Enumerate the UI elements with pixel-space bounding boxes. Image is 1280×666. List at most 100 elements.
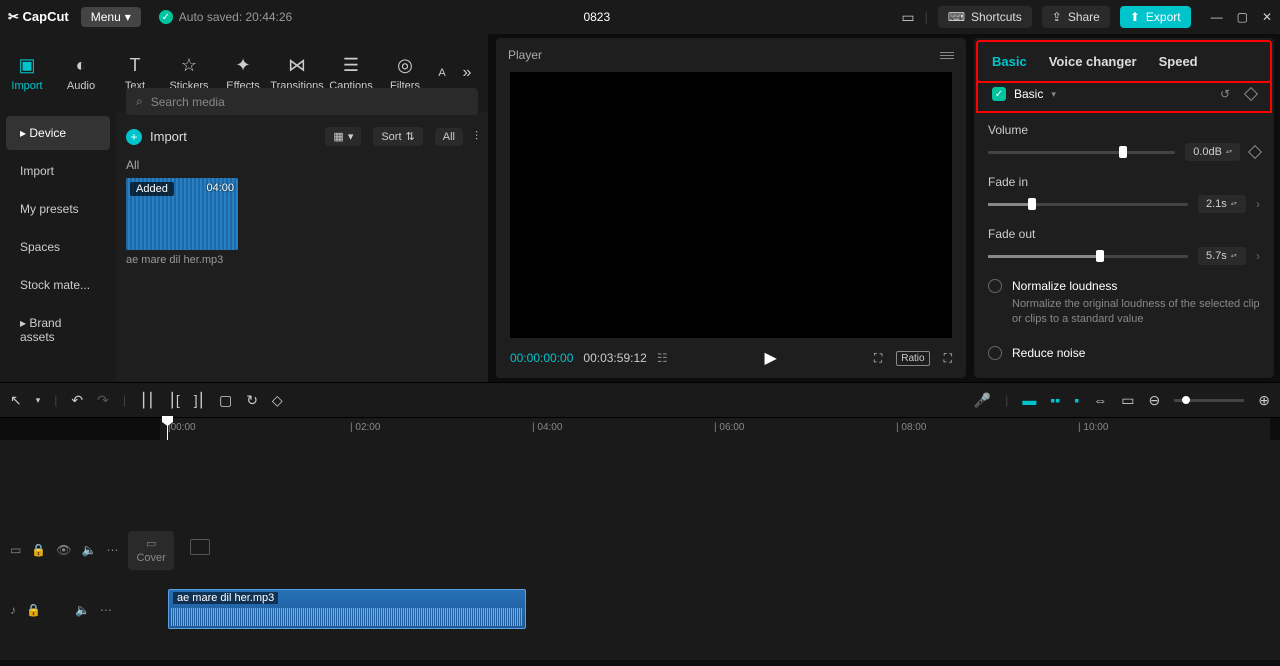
preview-icon[interactable]: ▭ — [1121, 392, 1134, 409]
player-menu-icon[interactable] — [940, 52, 954, 59]
trim-left-tool[interactable]: ⎮[ — [169, 392, 180, 409]
captions-icon: ☰ — [343, 55, 359, 76]
link-icon[interactable]: ⇔ — [1093, 392, 1107, 408]
mute-icon[interactable]: 🔈 — [75, 603, 90, 617]
share-button[interactable]: ⇪Share — [1042, 6, 1110, 28]
import-icon: ▣ — [18, 55, 35, 76]
sort-button[interactable]: Sort ⇅ — [373, 127, 422, 146]
marker-tool[interactable]: ◇ — [272, 392, 283, 409]
import-button[interactable]: + Import — [126, 129, 187, 145]
cursor-dropdown[interactable]: ▾ — [36, 395, 41, 406]
sort-icon: ⇅ — [406, 130, 415, 143]
media-item[interactable]: Added 04:00 ae mare dil her.mp3 — [126, 178, 238, 266]
fadein-slider[interactable] — [988, 203, 1188, 206]
lock-icon[interactable]: 🔒 — [31, 543, 46, 557]
grid-view-button[interactable]: ▦▾ — [325, 127, 361, 146]
sidebar-item-import[interactable]: Import — [6, 154, 110, 188]
zoom-in-icon[interactable]: ⊕ — [1258, 392, 1270, 409]
audio-track-icon[interactable]: ♪ — [10, 603, 16, 617]
sidebar-item-presets[interactable]: My presets — [6, 192, 110, 226]
tab-voice-changer[interactable]: Voice changer — [1049, 54, 1137, 69]
zoom-slider[interactable] — [1174, 399, 1244, 402]
close-icon[interactable]: ✕ — [1262, 10, 1272, 24]
titlebar-right: ▭ | ⌨Shortcuts ⇪Share ⬆Export ― ▢ ✕ — [901, 6, 1272, 28]
shortcuts-button[interactable]: ⌨Shortcuts — [938, 6, 1032, 28]
filter-all-button[interactable]: All — [435, 128, 463, 146]
crop-tool[interactable]: ▢ — [219, 392, 232, 409]
ruler-tick: | 10:00 — [1078, 422, 1108, 433]
tab-import[interactable]: ▣Import — [0, 34, 54, 112]
audio-clip[interactable]: ae mare dil her.mp3 — [168, 589, 526, 629]
magnet-clip-icon[interactable]: ▪ — [1074, 392, 1079, 408]
reduce-noise-checkbox[interactable] — [988, 346, 1002, 360]
more-icon[interactable]: ⋯ — [100, 603, 112, 617]
spinner-icon[interactable]: ▴▾ — [1231, 202, 1237, 207]
waveform — [171, 608, 523, 626]
link-icon[interactable]: › — [1256, 249, 1260, 263]
more-icon[interactable]: ⋯ — [106, 543, 118, 557]
normalize-checkbox[interactable] — [988, 279, 1002, 293]
magnet-main-icon[interactable]: ▬ — [1022, 392, 1036, 408]
undo-button[interactable]: ↶ — [71, 392, 83, 409]
fadeout-slider[interactable] — [988, 255, 1188, 258]
video-track[interactable] — [160, 525, 1270, 575]
video-track-header: ▭ 🔒 👁 🔈 ⋯ ▭ Cover — [0, 525, 160, 575]
link-icon[interactable]: › — [1256, 197, 1260, 211]
sidebar-item-stock[interactable]: Stock mate... — [6, 268, 110, 302]
project-title: 0823 — [292, 10, 901, 24]
maximize-icon[interactable]: ▢ — [1237, 10, 1248, 24]
reset-icon[interactable]: ↺ — [1220, 87, 1230, 101]
sidebar-item-brand[interactable]: ▸ Brand assets — [6, 306, 110, 354]
tabs-more[interactable]: » — [452, 64, 482, 82]
tab-speed[interactable]: Speed — [1159, 54, 1198, 69]
cursor-tool[interactable]: ↖ — [10, 392, 22, 409]
export-label: Export — [1146, 10, 1181, 24]
play-button[interactable]: ▶ — [765, 348, 777, 368]
keyframe-icon[interactable] — [1248, 145, 1262, 159]
stickers-icon: ☆ — [181, 55, 197, 76]
player-viewport[interactable] — [510, 72, 952, 338]
fullscreen-icon[interactable]: ⛶ — [944, 351, 952, 366]
layout-icon[interactable]: ▭ — [901, 9, 914, 26]
tab-basic[interactable]: Basic — [992, 54, 1027, 69]
app-logo: ✂ CapCut — [8, 9, 69, 25]
keyframe-icon[interactable] — [1244, 87, 1258, 101]
minimize-icon[interactable]: ― — [1211, 10, 1223, 24]
mute-icon[interactable]: 🔈 — [82, 543, 97, 557]
sidebar-item-spaces[interactable]: Spaces — [6, 230, 110, 264]
crop-icon[interactable]: ⛶ — [874, 351, 882, 366]
filter-icon[interactable]: ⫶ — [475, 129, 478, 144]
mic-icon[interactable]: 🎤 — [974, 392, 991, 409]
menu-button[interactable]: Menu▾ — [81, 7, 141, 27]
spinner-icon[interactable]: ▴▾ — [1231, 254, 1237, 259]
sidebar-item-device[interactable]: ▸ Device — [6, 116, 110, 150]
fadein-value[interactable]: 2.1s▴▾ — [1198, 195, 1246, 213]
media-thumbnail: Added 04:00 — [126, 178, 238, 250]
search-icon: ⌕ — [136, 94, 143, 109]
chevron-down-icon[interactable]: ▾ — [1051, 89, 1056, 100]
eye-icon[interactable]: 👁 — [56, 543, 71, 557]
basic-toggle[interactable]: ✓ — [992, 87, 1006, 101]
video-track-icon[interactable]: ▭ — [10, 543, 21, 557]
volume-value[interactable]: 0.0dB▴▾ — [1185, 143, 1240, 161]
magnet-track-icon[interactable]: ▪▪ — [1050, 392, 1060, 408]
audio-track[interactable]: ae mare dil her.mp3 — [160, 585, 1270, 635]
spinner-icon[interactable]: ▴▾ — [1226, 150, 1232, 155]
ratio-button[interactable]: Ratio — [896, 351, 929, 366]
normalize-description: Normalize the original loudness of the s… — [1012, 297, 1260, 328]
split-tool[interactable]: ⎮⎮ — [140, 392, 155, 409]
trim-right-tool[interactable]: ]⎮ — [194, 392, 205, 409]
tab-audio[interactable]: ◐Audio — [54, 34, 108, 112]
redo-button[interactable]: ↷ — [97, 392, 109, 409]
timeline-ruler[interactable]: |00:00 | 02:00 | 04:00 | 06:00 | 08:00 |… — [160, 418, 1270, 440]
zoom-out-icon[interactable]: ⊖ — [1149, 392, 1161, 409]
export-button[interactable]: ⬆Export — [1120, 6, 1191, 28]
section-title: Basic — [1014, 87, 1043, 101]
timeline-toolbar: ↖ ▾ | ↶ ↷ | ⎮⎮ ⎮[ ]⎮ ▢ ↻ ◇ 🎤 | ▬ ▪▪ ▪ ⇔ … — [0, 382, 1280, 418]
lock-icon[interactable]: 🔒 — [26, 603, 41, 617]
quality-icon[interactable]: ☷ — [657, 351, 668, 365]
search-input[interactable]: ⌕ Search media — [126, 88, 478, 115]
fadeout-value[interactable]: 5.7s▴▾ — [1198, 247, 1246, 265]
reverse-tool[interactable]: ↻ — [246, 392, 258, 409]
volume-slider[interactable] — [988, 151, 1175, 154]
